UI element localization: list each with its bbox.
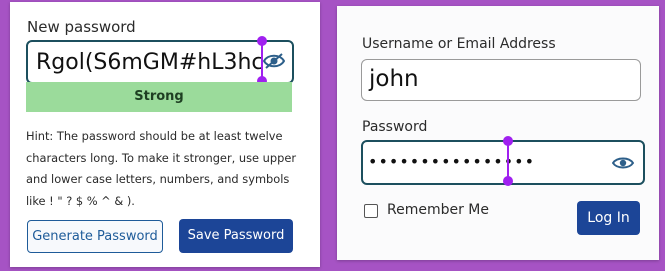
remember-me-checkbox[interactable] [364, 204, 378, 218]
generate-password-button[interactable]: Generate Password [27, 220, 163, 253]
caret-bottom-marker [503, 176, 513, 186]
new-password-label: New password [27, 18, 136, 36]
password-strength-indicator: Strong [26, 82, 292, 112]
text-caret [261, 42, 263, 80]
login-panel: Username or Email Address john Password … [337, 6, 659, 260]
username-label: Username or Email Address [362, 36, 556, 52]
password-label: Password [362, 119, 428, 135]
save-password-button[interactable]: Save Password [179, 219, 293, 253]
remember-me-label: Remember Me [387, 202, 489, 218]
username-input[interactable]: john [361, 59, 641, 101]
hint-line: like ! " ? $ % ^ & ). [26, 193, 135, 208]
new-password-input[interactable]: Rgol(S6mGM#hL3hc [26, 40, 294, 84]
hint-line: characters long. To make it stronger, us… [26, 150, 297, 165]
hint-line: Hint: The password should be at least tw… [26, 129, 283, 143]
password-value: •••••••••••••••• [368, 152, 535, 171]
reset-password-panel: New password Rgol(S6mGM#hL3hc Strong Hin… [10, 2, 320, 267]
eye-hidden-icon[interactable] [263, 52, 285, 70]
hint-line: and lower case letters, numbers, and sym… [26, 172, 290, 186]
password-hint: Hint: The password should be at least tw… [26, 126, 316, 212]
username-value: john [369, 66, 419, 92]
login-button[interactable]: Log In [577, 201, 640, 235]
new-password-value: Rgol(S6mGM#hL3hc [36, 50, 264, 75]
eye-icon[interactable] [612, 156, 634, 170]
